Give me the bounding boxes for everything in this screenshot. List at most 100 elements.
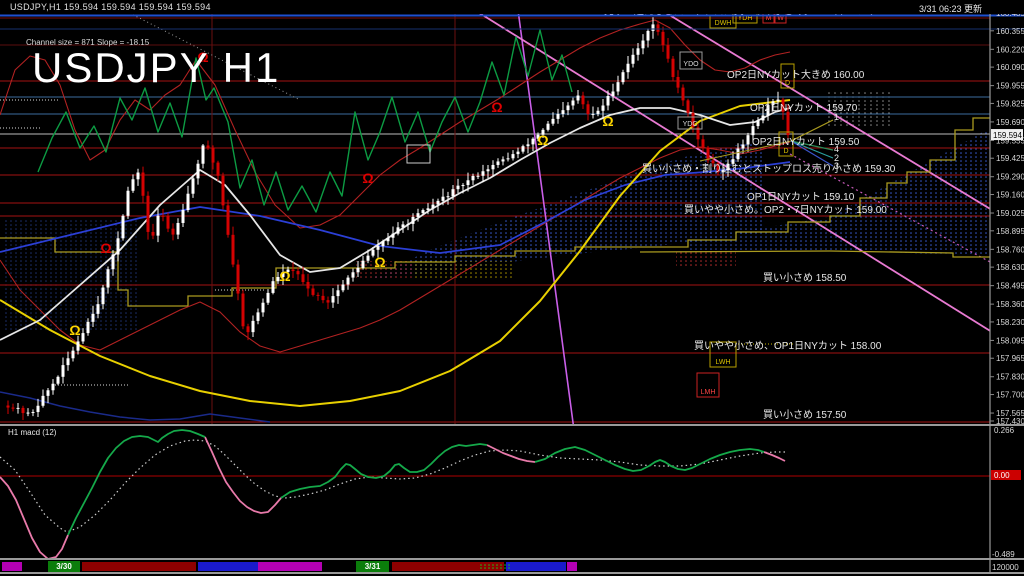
candlestick bbox=[167, 216, 170, 228]
price-axis-label: 159.290 bbox=[996, 173, 1024, 182]
annotation-text: 買い小さめ 158.50 bbox=[763, 272, 847, 284]
candlestick bbox=[367, 256, 370, 261]
candlestick bbox=[12, 408, 15, 409]
date-label: 3/30 bbox=[56, 562, 72, 571]
candlestick bbox=[337, 290, 340, 296]
candlestick bbox=[257, 312, 260, 321]
candlestick bbox=[222, 176, 225, 206]
macd-line-bearish bbox=[764, 452, 785, 461]
price-axis-label: 158.095 bbox=[996, 336, 1024, 345]
candlestick bbox=[137, 173, 140, 180]
candlestick bbox=[502, 159, 505, 161]
macd-signal-line bbox=[0, 440, 785, 532]
candlestick bbox=[122, 216, 125, 239]
candlestick bbox=[152, 232, 155, 236]
price-axis-label: 160.090 bbox=[996, 63, 1024, 72]
level-box-label: D bbox=[783, 148, 788, 155]
candlestick bbox=[107, 269, 110, 287]
annotation-text: OP2日NYカット 159.70 bbox=[750, 102, 858, 114]
candlestick bbox=[97, 304, 100, 314]
candlestick bbox=[7, 406, 10, 408]
price-axis-label: 157.700 bbox=[996, 391, 1024, 400]
candlestick bbox=[327, 300, 330, 302]
candlestick bbox=[272, 281, 275, 293]
annotation-text: 買い小さめ・割り込むとストップロス売り小さめ 159.30 bbox=[642, 162, 896, 175]
candlestick bbox=[302, 274, 305, 282]
candlestick bbox=[307, 282, 310, 288]
candlestick bbox=[592, 114, 595, 115]
candlestick bbox=[582, 96, 585, 105]
candlestick bbox=[27, 413, 30, 414]
price-axis-label: 159.160 bbox=[996, 191, 1024, 200]
candlestick bbox=[17, 408, 20, 409]
macd-scale-bottom: -0.489 bbox=[992, 550, 1015, 559]
candlestick bbox=[527, 144, 530, 146]
candlestick bbox=[477, 176, 480, 177]
candlestick bbox=[127, 191, 130, 216]
sell-marker-icon: Ω bbox=[362, 170, 373, 186]
candlestick bbox=[252, 321, 255, 332]
candlestick bbox=[472, 176, 475, 180]
candlestick bbox=[702, 139, 705, 147]
candlestick bbox=[342, 284, 345, 290]
candlestick bbox=[672, 59, 675, 77]
candlestick bbox=[402, 224, 405, 227]
candlestick bbox=[687, 100, 690, 112]
candlestick bbox=[552, 119, 555, 124]
candlestick bbox=[82, 333, 85, 341]
price-axis-label: 158.760 bbox=[996, 245, 1024, 254]
candlestick bbox=[217, 163, 220, 176]
candlestick bbox=[572, 100, 575, 105]
candlestick bbox=[157, 216, 160, 236]
timeline-segment bbox=[506, 562, 566, 571]
candlestick bbox=[72, 351, 75, 359]
price-axis-label: 157.430 bbox=[996, 417, 1024, 426]
price-axis-label: 158.495 bbox=[996, 282, 1024, 291]
candlestick bbox=[522, 146, 525, 151]
candlestick bbox=[427, 208, 430, 210]
candlestick bbox=[377, 246, 380, 250]
candlestick bbox=[162, 216, 165, 217]
candlestick bbox=[347, 278, 350, 285]
candlestick bbox=[242, 294, 245, 327]
macd-scale-top: 0.266 bbox=[994, 426, 1015, 435]
level-box-label: D bbox=[785, 80, 790, 87]
timeline-segment bbox=[567, 562, 577, 571]
buy-marker-icon: Ω bbox=[279, 268, 290, 284]
candlestick bbox=[617, 82, 620, 91]
candlestick bbox=[227, 205, 230, 234]
annotation-text: 買いやや小さめ、OP1日NYカット 158.00 bbox=[694, 340, 882, 352]
candlestick bbox=[747, 135, 750, 144]
price-axis-label: 157.965 bbox=[996, 354, 1024, 363]
candlestick bbox=[357, 268, 360, 272]
candlestick bbox=[67, 358, 70, 365]
buy-marker-icon: Ω bbox=[602, 113, 613, 129]
candlestick bbox=[517, 152, 520, 154]
candlestick bbox=[292, 270, 295, 271]
candlestick bbox=[452, 189, 455, 196]
candlestick bbox=[632, 55, 635, 64]
candlestick bbox=[77, 341, 80, 350]
trading-chart-window: USDJPY,H1 159.594 159.594 159.594 159.59… bbox=[0, 0, 1024, 576]
timeline-segment bbox=[198, 562, 258, 571]
price-axis-label: 159.825 bbox=[996, 99, 1024, 108]
annotation-text: OP1日NYカット 159.10 bbox=[747, 191, 855, 203]
price-axis-label: 158.895 bbox=[996, 227, 1024, 236]
candlestick bbox=[397, 227, 400, 233]
level-box-label: LMH bbox=[701, 389, 716, 396]
price-axis-label: 158.230 bbox=[996, 318, 1024, 327]
candlestick bbox=[627, 64, 630, 72]
macd-line-bearish bbox=[0, 477, 68, 559]
buy-marker-icon: Ω bbox=[69, 322, 80, 338]
candlestick bbox=[332, 296, 335, 302]
candlestick bbox=[547, 124, 550, 130]
price-axis-label: 159.025 bbox=[996, 209, 1024, 218]
candlestick bbox=[647, 31, 650, 41]
price-axis-label: 159.690 bbox=[996, 118, 1024, 127]
macd-indicator-label: H1 macd (12) bbox=[8, 428, 56, 437]
candlestick bbox=[507, 158, 510, 159]
level-box-label: DWH bbox=[715, 20, 732, 27]
candlestick bbox=[32, 412, 35, 413]
candlestick bbox=[192, 178, 195, 193]
candlestick bbox=[177, 223, 180, 235]
